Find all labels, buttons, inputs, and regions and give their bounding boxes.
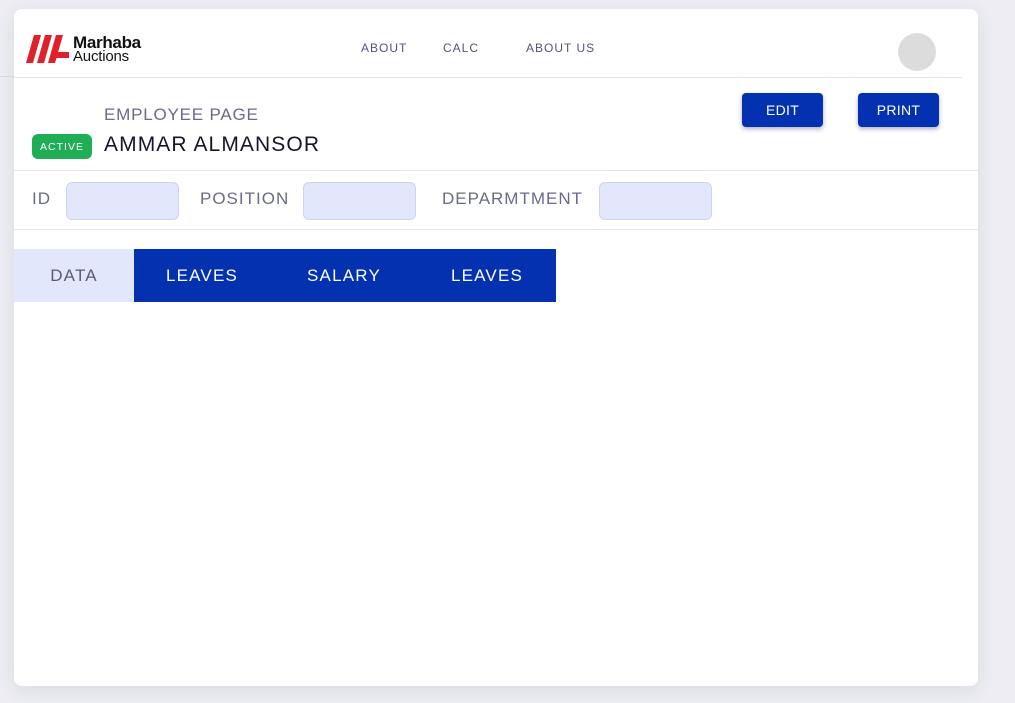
tab-leaves-2[interactable]: LEAVES bbox=[418, 249, 556, 302]
department-label: DEPARMTMENT bbox=[442, 189, 584, 208]
brand-logo[interactable]: Marhaba Auctions bbox=[26, 34, 141, 64]
id-field[interactable] bbox=[66, 182, 179, 220]
employee-fields-row: ID POSITION DEPARMTMENT bbox=[14, 171, 978, 230]
background-divider bbox=[0, 76, 14, 77]
top-navbar: Marhaba Auctions ABOUT CALC ABOUT US bbox=[14, 9, 962, 78]
print-button[interactable]: PRINT bbox=[858, 93, 939, 127]
tab-data[interactable]: DATA bbox=[14, 249, 134, 302]
nav-link-calc[interactable]: CALC bbox=[443, 41, 479, 55]
user-avatar[interactable] bbox=[898, 33, 936, 71]
logo-wordmark: Marhaba Auctions bbox=[73, 34, 141, 64]
edit-button[interactable]: EDIT bbox=[742, 93, 823, 127]
position-field[interactable] bbox=[303, 182, 416, 220]
tab-leaves[interactable]: LEAVES bbox=[134, 249, 270, 302]
nav-link-about[interactable]: ABOUT bbox=[361, 41, 407, 55]
status-badge: ACTIVE bbox=[32, 134, 92, 159]
employee-card: Marhaba Auctions ABOUT CALC ABOUT US EMP… bbox=[14, 9, 978, 686]
nav-link-about-us[interactable]: ABOUT US bbox=[526, 41, 595, 55]
position-label: POSITION bbox=[200, 189, 290, 208]
department-field[interactable] bbox=[599, 182, 712, 220]
employee-header: EMPLOYEE PAGE ACTIVE AMMAR ALMANSOR EDIT… bbox=[14, 79, 978, 171]
id-label: ID bbox=[32, 189, 51, 208]
logo-mark-icon bbox=[26, 35, 69, 63]
employee-name: AMMAR ALMANSOR bbox=[104, 133, 321, 156]
page-subtitle: EMPLOYEE PAGE bbox=[104, 105, 259, 124]
tab-salary[interactable]: SALARY bbox=[270, 249, 418, 302]
tab-bar: DATA LEAVES SALARY LEAVES bbox=[14, 249, 556, 302]
